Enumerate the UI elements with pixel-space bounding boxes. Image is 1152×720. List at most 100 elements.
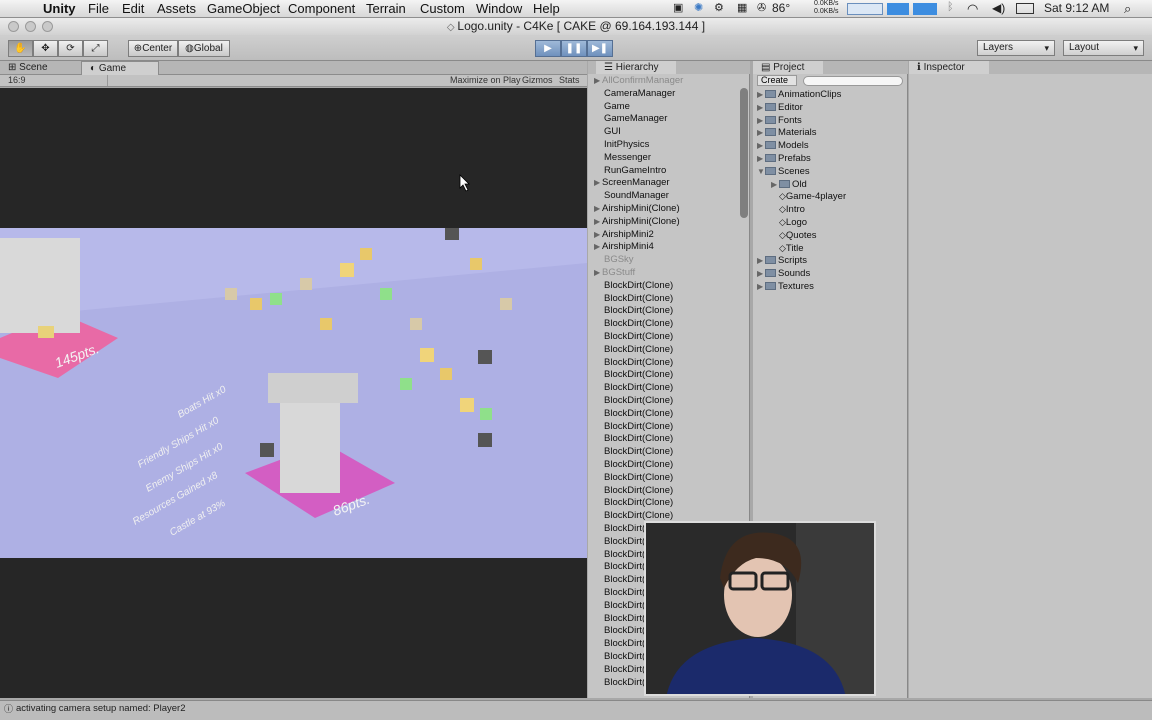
hierarchy-item[interactable]: BlockDirt(Clone)	[604, 368, 673, 381]
hierarchy-item[interactable]: RunGameIntro	[604, 164, 666, 177]
expand-arrow-icon[interactable]: ▶	[757, 267, 765, 280]
hierarchy-item[interactable]: BlockDirt(Clone)	[604, 407, 673, 420]
hierarchy-item[interactable]: BlockDirt(Clone)	[604, 394, 673, 407]
pivot-global-button[interactable]: ◍Global	[178, 40, 230, 57]
project-folder[interactable]: ▶ AnimationClips	[757, 88, 841, 101]
project-folder[interactable]: ▶ Textures	[757, 280, 814, 293]
expand-arrow-icon[interactable]: ▶	[594, 202, 602, 215]
hierarchy-item[interactable]: ▶ AirshipMini2	[594, 228, 654, 241]
hand-tool-icon[interactable]: ✋	[8, 40, 33, 57]
close-window-button[interactable]	[8, 21, 19, 32]
project-scene[interactable]: ◇Game-4player	[771, 190, 846, 203]
create-dropdown[interactable]: Create	[757, 75, 797, 86]
hierarchy-item[interactable]: BlockDirt(Clone)	[604, 330, 673, 343]
step-button[interactable]: ▶❚	[587, 40, 613, 57]
hierarchy-item[interactable]: Game	[604, 100, 630, 113]
minimize-window-button[interactable]	[25, 21, 36, 32]
hierarchy-item[interactable]: InitPhysics	[604, 138, 649, 151]
expand-arrow-icon[interactable]: ▶	[594, 176, 602, 189]
project-folder[interactable]: ▶ Materials	[757, 126, 817, 139]
layers-dropdown[interactable]: Layers	[977, 40, 1055, 56]
expand-arrow-icon[interactable]: ▶	[594, 266, 602, 279]
expand-arrow-icon[interactable]: ▶	[757, 88, 765, 101]
move-tool-icon[interactable]: ✥	[33, 40, 58, 57]
app-menu[interactable]: Unity	[43, 1, 76, 16]
hierarchy-item[interactable]: BlockDirt(Clone)	[604, 279, 673, 292]
hierarchy-item[interactable]: BlockDirt(Clone)	[604, 496, 673, 509]
gizmos-toggle[interactable]: Gizmos	[522, 75, 553, 86]
project-folder[interactable]: ▶ Editor	[757, 101, 803, 114]
menu-component[interactable]: Component	[288, 1, 355, 16]
project-folder[interactable]: ▶ Models	[757, 139, 809, 152]
hierarchy-item[interactable]: ▶ AirshipMini(Clone)	[594, 215, 680, 228]
tab-inspector[interactable]: ℹ Inspector	[909, 61, 989, 75]
hierarchy-item[interactable]: CameraManager	[604, 87, 675, 100]
expand-arrow-icon[interactable]: ▶	[757, 126, 765, 139]
bluetooth-icon[interactable]: ᛒ	[947, 1, 954, 13]
scale-tool-icon[interactable]: ⤢	[83, 40, 108, 57]
hierarchy-item[interactable]: ▶ AirshipMini4	[594, 240, 654, 253]
menu-help[interactable]: Help	[533, 1, 560, 16]
expand-arrow-icon[interactable]: ▶	[594, 228, 602, 241]
hierarchy-item[interactable]: BlockDirt(Clone)	[604, 343, 673, 356]
hierarchy-item[interactable]: ▶ BGStuff	[594, 266, 635, 279]
expand-arrow-icon[interactable]: ▶	[594, 215, 602, 228]
game-view[interactable]: 145pts. 86pts. Boats Hit x0 Friendly Shi…	[0, 88, 587, 698]
hierarchy-item[interactable]: Messenger	[604, 151, 651, 164]
hierarchy-item[interactable]: BlockDirt(Clone)	[604, 420, 673, 433]
expand-arrow-icon[interactable]: ▶	[757, 152, 765, 165]
tab-hierarchy[interactable]: ☰ Hierarchy	[596, 61, 676, 75]
layout-dropdown[interactable]: Layout	[1063, 40, 1144, 56]
hierarchy-item[interactable]: BlockDirt(Clone)	[604, 317, 673, 330]
project-scene[interactable]: ◇Logo	[771, 216, 807, 229]
hierarchy-item[interactable]: BGSky	[604, 253, 634, 266]
pivot-center-button[interactable]: ⊕Center	[128, 40, 178, 57]
sync-icon[interactable]: ✺	[694, 1, 703, 14]
project-folder[interactable]: ▶ Scripts	[757, 254, 807, 267]
hierarchy-item[interactable]: BlockDirt(Clone)	[604, 356, 673, 369]
battery-icon[interactable]	[1016, 3, 1034, 14]
expand-arrow-icon[interactable]: ▶	[757, 101, 765, 114]
tab-game[interactable]: ◐ Game	[81, 61, 159, 75]
project-folder[interactable]: ▼ Scenes	[757, 165, 810, 178]
project-scene[interactable]: ◇Intro	[771, 203, 805, 216]
rotate-tool-icon[interactable]: ⟳	[58, 40, 83, 57]
project-folder[interactable]: ▶ Fonts	[757, 114, 802, 127]
volume-icon[interactable]: ◀)	[992, 1, 1005, 15]
gear-icon[interactable]: ⚙	[714, 1, 724, 14]
grid-icon[interactable]: ▦	[737, 1, 747, 14]
expand-arrow-icon[interactable]: ▶	[594, 74, 602, 87]
menu-file[interactable]: File	[88, 1, 109, 16]
aspect-dropdown[interactable]: 16:9	[8, 75, 108, 86]
clock[interactable]: Sat 9:12 AM	[1044, 1, 1109, 15]
expand-arrow-icon[interactable]: ▶	[594, 240, 602, 253]
expand-arrow-icon[interactable]: ▶	[757, 280, 765, 293]
project-scene[interactable]: ◇Quotes	[771, 229, 817, 242]
hierarchy-item[interactable]: BlockDirt(Clone)	[604, 304, 673, 317]
hierarchy-item[interactable]: BlockDirt(Clone)	[604, 432, 673, 445]
expand-arrow-icon[interactable]: ▶	[757, 114, 765, 127]
menu-gameobject[interactable]: GameObject	[207, 1, 280, 16]
expand-arrow-icon[interactable]: ▼	[757, 165, 765, 178]
hierarchy-item[interactable]: GUI	[604, 125, 621, 138]
project-scene[interactable]: ◇Title	[771, 242, 804, 255]
menu-terrain[interactable]: Terrain	[366, 1, 406, 16]
menu-assets[interactable]: Assets	[157, 1, 196, 16]
hierarchy-item[interactable]: ▶ AllConfirmManager	[594, 74, 683, 87]
project-folder[interactable]: ▶ Old	[771, 178, 807, 191]
hierarchy-item[interactable]: GameManager	[604, 112, 667, 125]
menu-edit[interactable]: Edit	[122, 1, 144, 16]
hierarchy-item[interactable]: BlockDirt(Clone)	[604, 484, 673, 497]
project-search-input[interactable]	[803, 76, 903, 86]
console-status-bar[interactable]: ⓘ activating camera setup named: Player2	[0, 700, 1152, 720]
project-folder[interactable]: ▶ Sounds	[757, 267, 810, 280]
maximize-on-play-toggle[interactable]: Maximize on Play	[450, 75, 521, 86]
expand-arrow-icon[interactable]: ▶	[771, 178, 779, 191]
hierarchy-item[interactable]: BlockDirt(Clone)	[604, 471, 673, 484]
camera-icon[interactable]: ▣	[673, 1, 683, 14]
expand-arrow-icon[interactable]: ▶	[757, 139, 765, 152]
menu-custom[interactable]: Custom	[420, 1, 465, 16]
hierarchy-item[interactable]: BlockDirt(Clone)	[604, 381, 673, 394]
menu-window[interactable]: Window	[476, 1, 522, 16]
play-button[interactable]: ▶	[535, 40, 561, 57]
